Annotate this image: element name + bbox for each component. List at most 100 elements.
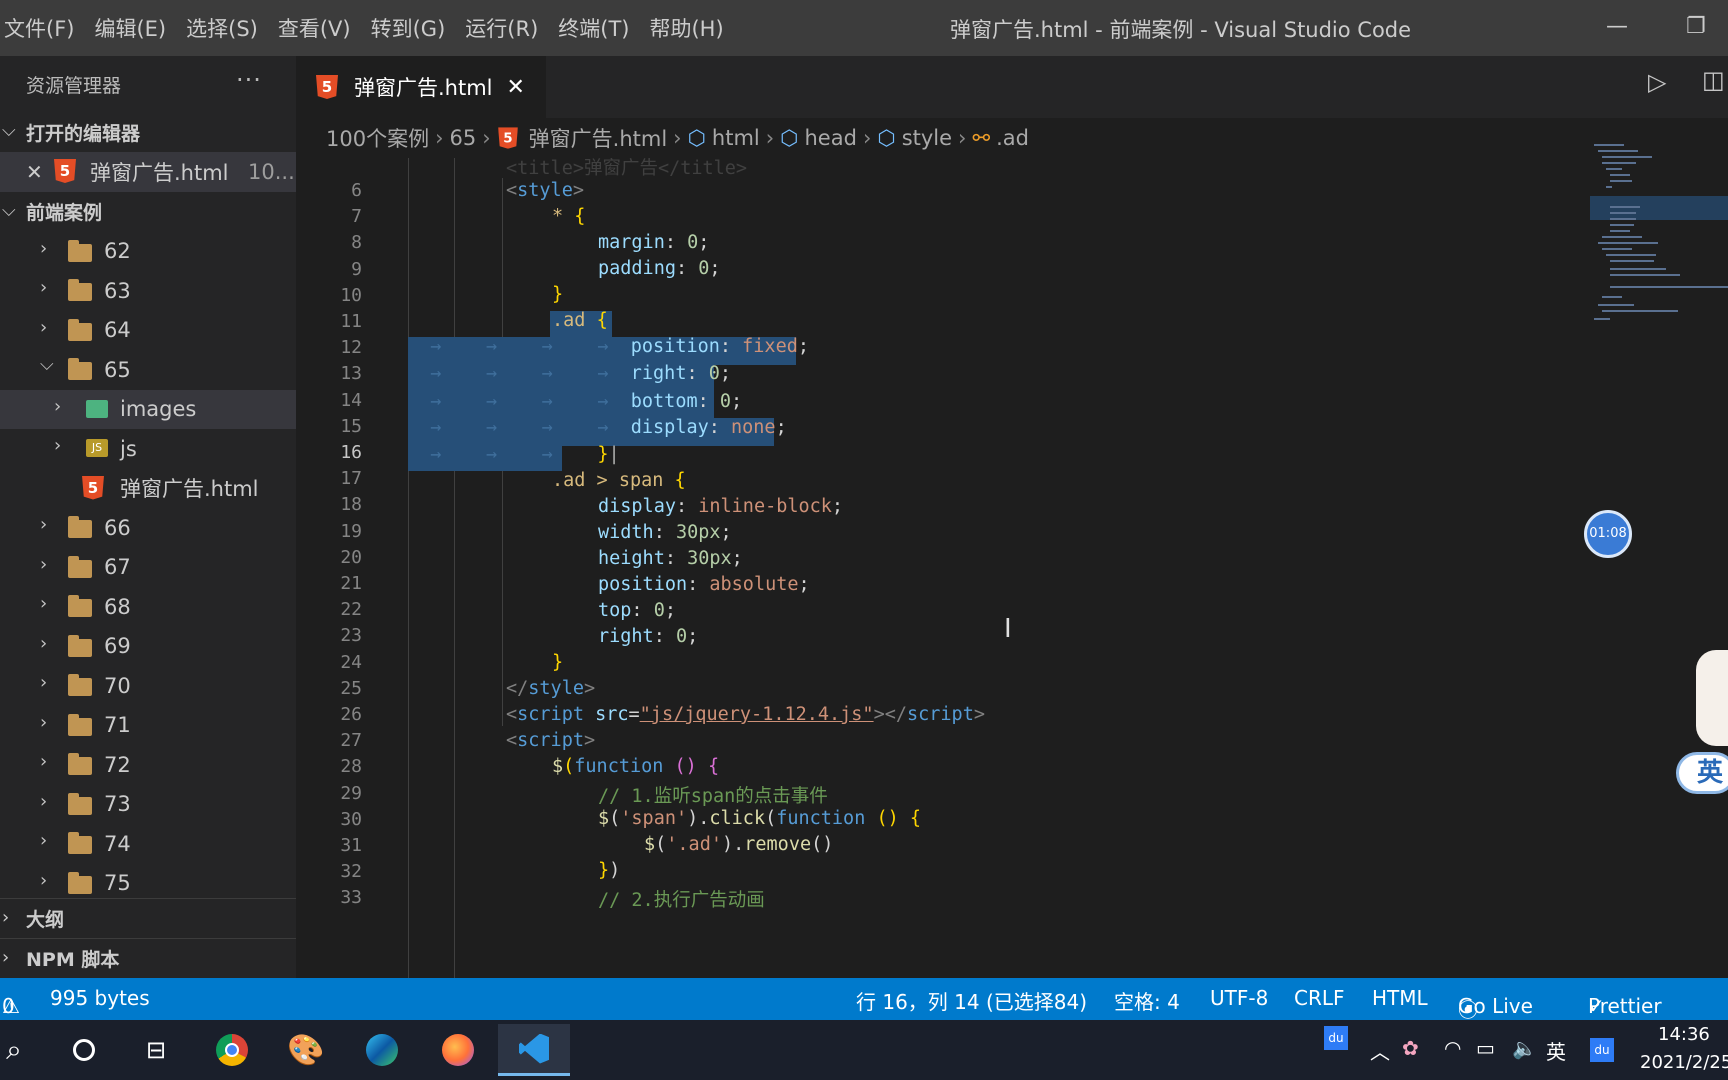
chevron-up-icon[interactable]: ︿ [1370,1036,1390,1065]
breadcrumb-item[interactable]: style [902,126,952,150]
workspace-section[interactable]: ⌵ 前端案例 [0,192,296,232]
firefox-icon[interactable] [436,1028,480,1072]
tree-item[interactable]: ⌵ 65 [0,350,296,390]
tree-item[interactable]: › 70 [0,666,296,706]
baidu-icon[interactable]: du [1324,1026,1348,1050]
clock-date[interactable]: 2021/2/25 [1640,1052,1728,1073]
volume-icon[interactable]: 🔈 [1512,1036,1537,1060]
tree-item[interactable]: › 66 [0,508,296,548]
minimap[interactable] [1586,140,1728,978]
tree-item[interactable]: › 67 [0,548,296,588]
tree-item[interactable]: › 74 [0,824,296,864]
minimize-icon[interactable]: — [1606,14,1628,39]
tab-label: 弹窗广告.html [354,76,493,100]
breadcrumb-item[interactable]: .ad [996,126,1029,150]
open-editor-item[interactable]: ✕ 5 弹窗广告.html 10... [0,152,296,192]
more-actions-icon[interactable]: ··· [236,66,262,94]
folder-icon [68,358,92,380]
folder-icon [68,871,92,894]
language-mode[interactable]: HTML [1372,986,1428,1010]
outline-section[interactable]: › 大纲 [0,898,296,938]
menu-view[interactable]: 查看(V) [268,13,361,43]
menu-help[interactable]: 帮助(H) [639,13,733,43]
tree-item[interactable]: › images [0,389,296,429]
line-number: 9 [351,258,362,280]
tree-item[interactable]: › 69 [0,627,296,667]
chevron-right-icon: › [40,751,48,772]
code-line: right: 0; [598,626,699,647]
line-number: 24 [340,651,362,673]
tree-item[interactable]: › 62 [0,232,296,272]
split-editor-icon[interactable]: ◫ [1702,66,1725,94]
restore-icon[interactable]: ❐ [1686,14,1706,39]
tree-item[interactable]: › JS js [0,429,296,469]
code-line: .ad { [552,310,608,331]
wifi-icon[interactable]: ◠ [1444,1036,1461,1060]
close-icon[interactable]: ✕ [26,160,43,184]
breadcrumb-item[interactable]: html [712,126,760,150]
tree-item-label: 67 [104,555,131,580]
breadcrumb-item[interactable]: 65 [450,126,477,150]
breadcrumb-item[interactable]: 100个案例 [326,123,429,153]
code-line: padding: 0; [598,258,721,279]
tree-item-label: images [120,397,197,422]
run-icon[interactable]: ▷ [1648,68,1666,96]
tree-item-label: 64 [104,318,131,343]
tree-item[interactable]: › 71 [0,706,296,746]
search-icon[interactable]: ⌕ [0,1028,36,1072]
flower-icon[interactable]: ✿ [1402,1036,1419,1060]
tree-item[interactable]: › 72 [0,745,296,785]
window-title: 弹窗广告.html - 前端案例 - Visual Studio Code [950,18,1412,42]
line-number: 6 [351,180,362,201]
open-editors-section[interactable]: ⌵ 打开的编辑器 [0,112,296,152]
line-number: 23 [340,625,362,647]
indentation[interactable]: 空格: 4 [1114,986,1180,1015]
line-number: 10 [340,284,362,306]
cursor-position[interactable]: 行 16，列 14 (已选择84) [856,986,1087,1015]
ime-indicator[interactable]: 英 [1676,752,1728,794]
code-line: <script src="js/jquery-1.12.4.js"></scri… [506,704,985,725]
code-line: → → → }| [408,444,620,465]
tree-item[interactable]: › 68 [0,587,296,627]
recording-timer[interactable]: 01:08 [1584,510,1632,558]
line-ending[interactable]: CRLF [1294,986,1345,1010]
tree-item[interactable]: › 64 [0,311,296,351]
tree-item-label: 62 [104,239,131,264]
paint-icon[interactable]: 🎨 [284,1028,328,1072]
tree-item-label: 63 [104,278,131,303]
clock-time[interactable]: 14:36 [1658,1024,1710,1045]
menu-file[interactable]: 文件(F) [0,13,84,43]
folder-icon [68,674,92,696]
menu-selection[interactable]: 选择(S) [176,13,268,43]
menu-run[interactable]: 运行(R) [455,13,548,43]
code-line: display: inline-block; [598,496,844,517]
battery-icon[interactable]: ▭ [1476,1036,1495,1060]
tab-file[interactable]: 5 弹窗广告.html ✕ [296,56,546,118]
breadcrumb-item[interactable]: head [805,126,857,150]
edge-icon[interactable] [360,1028,404,1072]
menu-terminal[interactable]: 终端(T) [548,13,639,43]
chevron-right-icon: › [54,395,62,417]
code-editor[interactable]: 6 7 8 9 10 11 12 13 14 15 16 17 18 19 20 21 22 23 24 25 26 27… [296,158,1586,978]
input-language[interactable]: 英 [1546,1036,1566,1065]
breadcrumb-item[interactable]: 弹窗广告.html [529,123,668,153]
encoding[interactable]: UTF-8 [1210,986,1268,1010]
menu-go[interactable]: 转到(G) [361,13,456,43]
menu-edit[interactable]: 编辑(E) [84,13,176,43]
tree-item[interactable]: › 73 [0,785,296,825]
tree-item[interactable]: › 63 [0,271,296,311]
workspace-label: 前端案例 [26,202,103,224]
close-icon[interactable]: ✕ [507,75,525,100]
folder-icon [68,792,92,815]
vscode-taskbar-icon[interactable] [498,1024,570,1076]
npm-scripts-section[interactable]: › NPM 脚本 [0,938,296,978]
cortana-icon[interactable] [62,1028,106,1072]
baidu-icon[interactable]: du [1590,1038,1614,1062]
code-line: .ad > span { [552,470,686,491]
chrome-icon[interactable] [210,1028,254,1072]
folder-icon [68,279,92,301]
code-line: width: 30px; [598,522,732,543]
code-line: margin: 0; [598,232,710,253]
task-view-icon[interactable]: ⊟ [134,1028,178,1072]
tree-item[interactable]: 5 弹窗广告.html [0,469,296,509]
